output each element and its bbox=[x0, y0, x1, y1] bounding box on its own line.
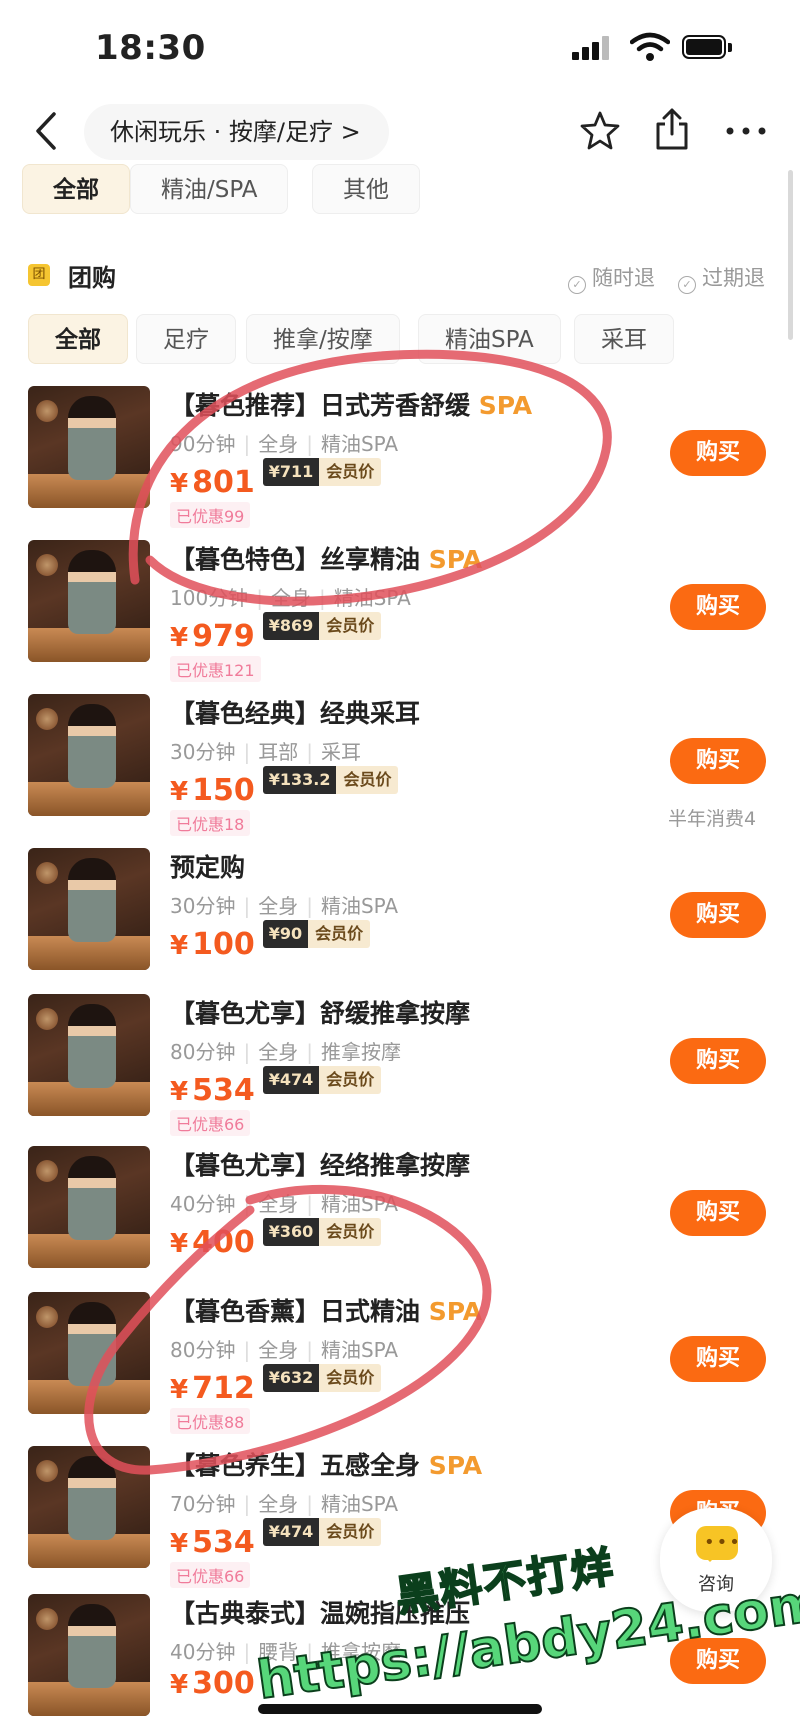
battery-icon bbox=[682, 35, 734, 61]
tab-all[interactable]: 全部 bbox=[22, 164, 130, 214]
tab-oil-spa[interactable]: 精油/SPA bbox=[130, 164, 289, 214]
deal-item[interactable]: 【暮色香薰】日式精油 SPA 80分钟 | 全身 | 精油SPA ¥712 ¥632 会员价 已优… bbox=[0, 1292, 800, 1434]
discount-tag: 已优惠66 bbox=[170, 1110, 251, 1136]
vip-price-badge: ¥711 会员价 bbox=[262, 458, 382, 486]
deal-title: 预定购 bbox=[170, 853, 246, 882]
vip-price-badge: ¥474 会员价 bbox=[262, 1066, 382, 1094]
cellular-signal-icon bbox=[572, 36, 614, 60]
wifi-icon bbox=[630, 32, 670, 61]
deal-price: ¥400 ¥360 会员价 bbox=[170, 1218, 382, 1260]
deal-title: 【暮色推荐】日式芳香舒缓 SPA bbox=[170, 391, 533, 420]
group-buy-title: 团购 bbox=[68, 264, 116, 292]
deal-price: ¥801 ¥711 会员价 bbox=[170, 458, 382, 500]
buy-button[interactable]: 购买 bbox=[670, 430, 766, 476]
breadcrumb[interactable]: 休闲玩乐 · 按摩/足疗 > bbox=[84, 104, 389, 160]
buy-button[interactable]: 购买 bbox=[670, 892, 766, 938]
buy-button[interactable]: 购买 bbox=[670, 1336, 766, 1382]
deal-meta: 80分钟 | 全身 | 精油SPA bbox=[170, 1338, 399, 1362]
discount-tag: 已优惠18 bbox=[170, 810, 251, 836]
discount-tag: 已优惠99 bbox=[170, 502, 251, 528]
deal-thumbnail[interactable] bbox=[28, 848, 150, 970]
star-icon[interactable] bbox=[580, 110, 620, 150]
discount-tag: 已优惠66 bbox=[170, 1562, 251, 1588]
deal-price: ¥534 ¥474 会员价 bbox=[170, 1518, 382, 1560]
subtab-massage[interactable]: 推拿/按摩 bbox=[246, 314, 400, 364]
deal-thumbnail[interactable] bbox=[28, 994, 150, 1116]
buy-button[interactable]: 购买 bbox=[670, 584, 766, 630]
buy-button[interactable]: 购买 bbox=[670, 738, 766, 784]
deal-item[interactable]: 【暮色推荐】日式芳香舒缓 SPA 90分钟 | 全身 | 精油SPA ¥801 ¥711 会员价… bbox=[0, 386, 800, 528]
deal-price: ¥150 ¥133.2 会员价 bbox=[170, 766, 399, 808]
sales-count: 半年消费4 bbox=[668, 808, 757, 830]
deal-item[interactable]: 【暮色特色】丝享精油 SPA 100分钟 | 全身 | 精油SPA ¥979 ¥869 会员价已… bbox=[0, 540, 800, 682]
deal-meta: 30分钟 | 全身 | 精油SPA bbox=[170, 894, 399, 918]
deal-meta: 80分钟 | 全身 | 推拿按摩 bbox=[170, 1040, 401, 1064]
vip-price-badge: ¥869 会员价 bbox=[262, 612, 382, 640]
vip-price-badge: ¥133.2 会员价 bbox=[262, 766, 399, 794]
deal-title: 【暮色特色】丝享精油 SPA bbox=[170, 545, 483, 574]
deal-title: 【暮色经典】经典采耳 bbox=[170, 699, 421, 728]
vip-price-badge: ¥632 会员价 bbox=[262, 1364, 382, 1392]
vip-price-badge: ¥90 会员价 bbox=[262, 920, 371, 948]
deal-price: ¥100 ¥90 会员价 bbox=[170, 920, 371, 962]
status-time: 18:30 bbox=[95, 28, 206, 68]
discount-tag: 已优惠88 bbox=[170, 1408, 251, 1434]
deal-meta: 40分钟 | 全身 | 精油SPA bbox=[170, 1192, 399, 1216]
deal-thumbnail[interactable] bbox=[28, 1446, 150, 1568]
subtab-oil-spa[interactable]: 精油SPA bbox=[418, 314, 561, 364]
home-indicator bbox=[258, 1704, 542, 1714]
subtab-all[interactable]: 全部 bbox=[28, 314, 128, 364]
deal-item[interactable]: 预定购 30分钟 | 全身 | 精油SPA ¥100 ¥90 会员价 购买 bbox=[0, 848, 800, 988]
deal-thumbnail[interactable] bbox=[28, 1594, 150, 1716]
deal-meta: 30分钟 | 耳部 | 采耳 bbox=[170, 740, 361, 764]
deal-meta: 70分钟 | 全身 | 精油SPA bbox=[170, 1492, 399, 1516]
check-circle-icon: ✓ bbox=[568, 276, 586, 294]
deal-item[interactable]: 【暮色尤享】舒缓推拿按摩 80分钟 | 全身 | 推拿按摩 ¥534 ¥474 会员价 已优惠66… bbox=[0, 994, 800, 1136]
deal-price: ¥979 ¥869 会员价 bbox=[170, 612, 382, 654]
deal-price: ¥300 bbox=[170, 1666, 255, 1701]
vip-price-badge: ¥474 会员价 bbox=[262, 1518, 382, 1546]
deal-thumbnail[interactable] bbox=[28, 694, 150, 816]
deal-title: 【暮色养生】五感全身 SPA bbox=[170, 1451, 483, 1480]
deal-thumbnail[interactable] bbox=[28, 386, 150, 508]
tab-other[interactable]: 其他 bbox=[312, 164, 420, 214]
deal-price: ¥534 ¥474 会员价 bbox=[170, 1066, 382, 1108]
vip-price-badge: ¥360 会员价 bbox=[262, 1218, 382, 1246]
subtab-ear[interactable]: 采耳 bbox=[574, 314, 674, 364]
deal-title: 【暮色香薰】日式精油 SPA bbox=[170, 1297, 483, 1326]
subtab-foot[interactable]: 足疗 bbox=[136, 314, 236, 364]
deal-item[interactable]: 【暮色尤享】经络推拿按摩 40分钟 | 全身 | 精油SPA ¥400 ¥360 会员价 购买 bbox=[0, 1146, 800, 1286]
group-buy-badge: 团 bbox=[28, 264, 50, 286]
deal-thumbnail[interactable] bbox=[28, 540, 150, 662]
deal-title: 【暮色尤享】经络推拿按摩 bbox=[170, 1151, 471, 1180]
deal-item[interactable]: 【暮色经典】经典采耳 30分钟 | 耳部 | 采耳 ¥150 ¥133.2 会员价 已优惠18 购买… bbox=[0, 694, 800, 836]
buy-button[interactable]: 购买 bbox=[670, 1038, 766, 1084]
deal-meta: 90分钟 | 全身 | 精油SPA bbox=[170, 432, 399, 456]
discount-tag: 已优惠121 bbox=[170, 656, 261, 682]
share-icon[interactable] bbox=[652, 106, 692, 152]
deal-meta: 100分钟 | 全身 | 精油SPA bbox=[170, 586, 411, 610]
more-icon[interactable] bbox=[724, 118, 768, 144]
check-circle-icon: ✓ bbox=[678, 276, 696, 294]
chat-icon: ••• bbox=[696, 1526, 740, 1562]
policy-expiry-refund: ✓ 过期退 bbox=[678, 262, 765, 294]
back-icon[interactable] bbox=[30, 108, 64, 154]
deal-title: 【暮色尤享】舒缓推拿按摩 bbox=[170, 999, 471, 1028]
buy-button[interactable]: 购买 bbox=[670, 1190, 766, 1236]
policy-anytime-refund: ✓ 随时退 bbox=[568, 262, 655, 294]
deal-price: ¥712 ¥632 会员价 bbox=[170, 1364, 382, 1406]
deal-thumbnail[interactable] bbox=[28, 1146, 150, 1268]
scrollbar[interactable] bbox=[788, 170, 793, 340]
deal-thumbnail[interactable] bbox=[28, 1292, 150, 1414]
